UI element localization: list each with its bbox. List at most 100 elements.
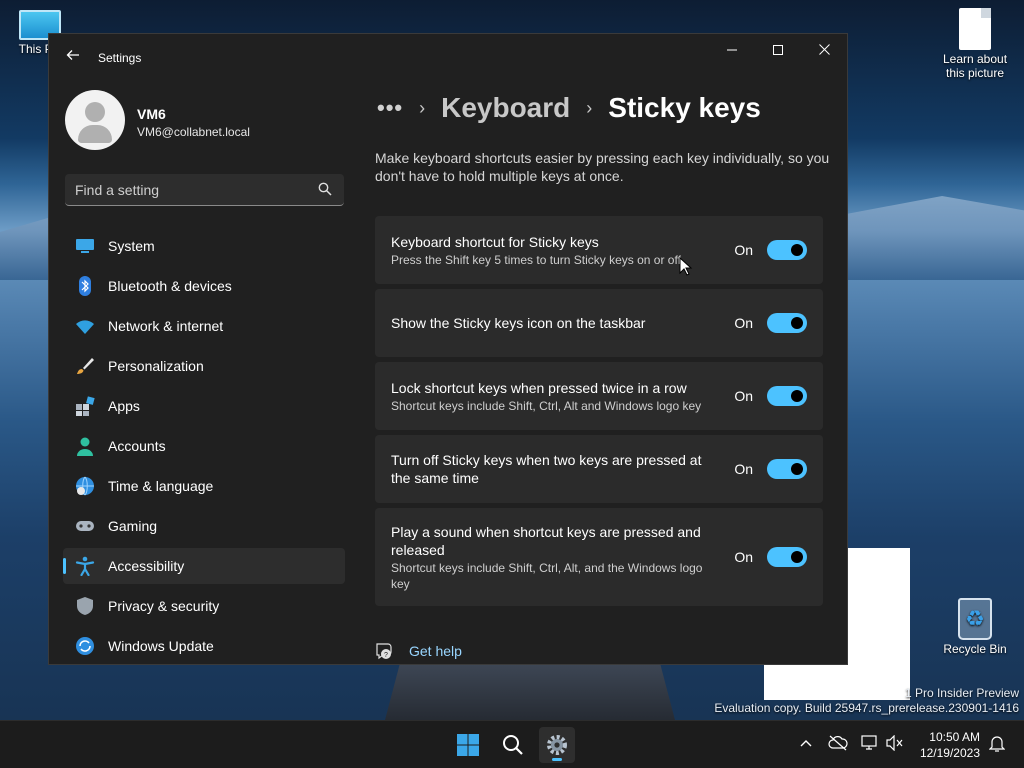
toggle-state-label: On [734, 315, 753, 331]
sidebar-item-accessibility[interactable]: Accessibility [63, 548, 345, 584]
sidebar-item-label: Apps [108, 398, 140, 414]
network-tray-button[interactable] [860, 735, 880, 755]
start-button[interactable] [450, 727, 486, 763]
breadcrumb-more-button[interactable]: ••• [377, 95, 403, 121]
search-icon [503, 735, 523, 755]
settings-list: Keyboard shortcut for Sticky keys Press … [375, 216, 823, 611]
setting-card-shortcut[interactable]: Keyboard shortcut for Sticky keys Press … [375, 216, 823, 284]
sidebar-item-label: Windows Update [108, 638, 214, 654]
show-hidden-icons-button[interactable] [796, 735, 816, 755]
system-icon [76, 239, 94, 253]
sidebar-item-network[interactable]: Network & internet [63, 308, 345, 344]
notifications-button[interactable] [987, 735, 1007, 755]
sidebar-item-label: Bluetooth & devices [108, 278, 232, 294]
sidebar-item-apps[interactable]: Apps [63, 388, 345, 424]
maximize-button[interactable] [755, 34, 801, 66]
shield-icon [77, 597, 93, 615]
sidebar-item-privacy[interactable]: Privacy & security [63, 588, 345, 624]
setting-card-play-sound[interactable]: Play a sound when shortcut keys are pres… [375, 508, 823, 606]
chevron-up-icon [800, 740, 812, 747]
toggle-state-label: On [734, 461, 753, 477]
network-icon [861, 735, 877, 750]
brush-icon [77, 358, 94, 374]
sidebar-item-label: Time & language [108, 478, 214, 494]
toggle-switch[interactable] [767, 547, 807, 567]
toggle-state-label: On [734, 549, 753, 565]
minimize-icon [727, 49, 737, 51]
user-email: VM6@collabnet.local [137, 125, 250, 139]
sidebar-item-time-language[interactable]: Time & language [63, 468, 345, 504]
volume-muted-icon [886, 734, 903, 752]
watermark-build: Evaluation copy. Build 25947.rs_prerelea… [714, 701, 1019, 715]
setting-subtitle: Shortcut keys include Shift, Ctrl, Alt a… [391, 398, 702, 413]
main-content: ••• › Keyboard › Sticky keys Make keyboa… [361, 82, 847, 664]
toggle-switch[interactable] [767, 240, 807, 260]
sidebar-item-label: Personalization [108, 358, 204, 374]
sidebar-item-system[interactable]: System [63, 228, 345, 264]
nav-list: System Bluetooth & devices Network & int… [63, 228, 345, 664]
toggle-knob [791, 551, 803, 563]
accessibility-icon [75, 556, 95, 576]
back-button[interactable] [63, 48, 83, 68]
setting-card-turn-off[interactable]: Turn off Sticky keys when two keys are p… [375, 435, 823, 503]
setting-title: Lock shortcut keys when pressed twice in… [391, 379, 687, 396]
breadcrumb-parent[interactable]: Keyboard [441, 92, 570, 124]
accounts-icon [77, 437, 93, 456]
avatar-body [78, 125, 112, 143]
sidebar-item-personalization[interactable]: Personalization [63, 348, 345, 384]
toggle-knob [791, 463, 803, 475]
taskbar: 10:50 AM 12/19/2023 [0, 720, 1024, 768]
update-icon [76, 637, 94, 655]
onedrive-tray-button[interactable] [828, 735, 848, 755]
minimize-button[interactable] [709, 34, 755, 66]
taskbar-clock[interactable]: 10:50 AM 12/19/2023 [920, 729, 980, 761]
avatar[interactable] [65, 90, 125, 150]
settings-icon [547, 735, 567, 755]
toggle-knob [791, 390, 803, 402]
toggle-switch[interactable] [767, 386, 807, 406]
toggle-state-label: On [734, 388, 753, 404]
sidebar-item-bluetooth[interactable]: Bluetooth & devices [63, 268, 345, 304]
svg-text:?: ? [384, 652, 388, 659]
desktop-icon-recycle-bin[interactable]: ♻ Recycle Bin [938, 598, 1012, 656]
title-bar: Settings [49, 34, 847, 82]
taskbar-search-button[interactable] [495, 727, 531, 763]
setting-subtitle: Press the Shift key 5 times to turn Stic… [391, 252, 681, 267]
toggle-switch[interactable] [767, 459, 807, 479]
sidebar: VM6 VM6@collabnet.local System Bluetooth… [49, 82, 361, 664]
setting-card-taskbar-icon[interactable]: Show the Sticky keys icon on the taskbar… [375, 289, 823, 357]
sidebar-item-accounts[interactable]: Accounts [63, 428, 345, 464]
taskbar-settings-button[interactable] [539, 727, 575, 763]
search-box[interactable] [65, 174, 344, 206]
desktop-icon-learn-picture[interactable]: Learn about this picture [938, 8, 1012, 80]
mouse-cursor-icon [679, 257, 693, 276]
gamepad-icon [76, 521, 94, 531]
desktop-icon-label: Recycle Bin [943, 642, 1007, 656]
toggle-switch[interactable] [767, 313, 807, 333]
search-input[interactable] [65, 174, 305, 205]
apps-icon [76, 396, 95, 416]
get-help-link[interactable]: ? Get help [375, 642, 462, 660]
back-arrow-icon [66, 50, 79, 60]
wifi-icon [76, 320, 94, 334]
search-icon[interactable] [318, 182, 332, 196]
volume-tray-button[interactable] [885, 734, 905, 755]
sidebar-item-label: System [108, 238, 155, 254]
toggle-knob [791, 317, 803, 329]
avatar-head [85, 102, 105, 122]
setting-title: Turn off Sticky keys when two keys are p… [391, 452, 702, 486]
sidebar-item-gaming[interactable]: Gaming [63, 508, 345, 544]
maximize-icon [773, 45, 783, 55]
close-button[interactable] [801, 34, 847, 66]
sidebar-item-label: Network & internet [108, 318, 224, 334]
help-link-label: Get help [409, 643, 462, 659]
active-app-indicator [552, 758, 562, 761]
toggle-state-label: On [734, 242, 753, 258]
bluetooth-icon [79, 276, 91, 296]
setting-card-lock-keys[interactable]: Lock shortcut keys when pressed twice in… [375, 362, 823, 430]
sidebar-item-label: Accessibility [108, 558, 185, 574]
page-description: Make keyboard shortcuts easier by pressi… [375, 150, 830, 184]
sidebar-item-windows-update[interactable]: Windows Update [63, 628, 345, 664]
settings-window: Settings VM6 VM6@collabnet.local System [48, 33, 848, 665]
clock-date: 12/19/2023 [919, 746, 980, 760]
